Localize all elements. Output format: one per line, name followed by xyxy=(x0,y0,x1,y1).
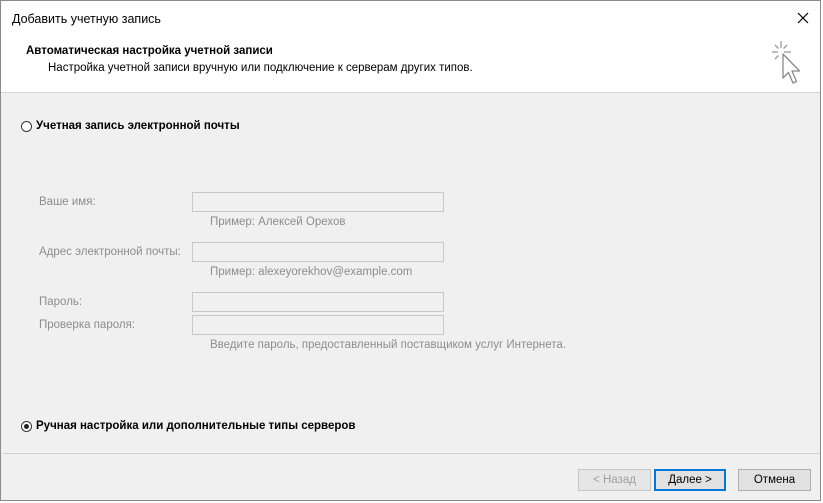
next-button[interactable]: Далее > xyxy=(654,469,726,491)
cancel-button[interactable]: Отмена xyxy=(738,469,811,491)
email-account-radio[interactable]: Учетная запись электронной почты xyxy=(21,120,240,132)
name-hint: Пример: Алексей Орехов xyxy=(210,216,346,228)
wizard-header: Автоматическая настройка учетной записи … xyxy=(1,35,820,93)
header-subtitle: Настройка учетной записи вручную или под… xyxy=(48,62,473,74)
email-account-radio-circle[interactable] xyxy=(21,120,32,132)
email-label: Адрес электронной почты: xyxy=(39,246,181,258)
add-account-dialog: Добавить учетную запись Автоматическая н… xyxy=(0,0,821,501)
window-title: Добавить учетную запись xyxy=(12,12,161,26)
close-icon xyxy=(797,12,809,24)
name-label: Ваше имя: xyxy=(39,196,96,208)
email-hint: Пример: alexeyorekhov@example.com xyxy=(210,266,413,278)
manual-setup-radio[interactable]: Ручная настройка или дополнительные типы… xyxy=(21,420,355,432)
email-account-label: Учетная запись электронной почты xyxy=(36,120,240,132)
password-label: Пароль: xyxy=(39,296,83,308)
wizard-cursor-icon xyxy=(772,41,801,84)
title-bar: Добавить учетную запись xyxy=(1,1,820,35)
manual-setup-label: Ручная настройка или дополнительные типы… xyxy=(36,420,356,432)
manual-setup-radio-circle[interactable] xyxy=(21,420,32,432)
password-input[interactable] xyxy=(192,292,444,312)
footer-divider xyxy=(3,453,820,454)
email-input[interactable] xyxy=(192,242,444,262)
close-button[interactable] xyxy=(786,1,820,35)
name-input[interactable] xyxy=(192,192,444,212)
password-confirm-input[interactable] xyxy=(192,315,444,335)
password-confirm-label: Проверка пароля: xyxy=(39,319,135,331)
back-button[interactable]: < Назад xyxy=(578,469,651,491)
header-title: Автоматическая настройка учетной записи xyxy=(26,45,273,57)
password-hint: Введите пароль, предоставленный поставщи… xyxy=(210,339,567,351)
